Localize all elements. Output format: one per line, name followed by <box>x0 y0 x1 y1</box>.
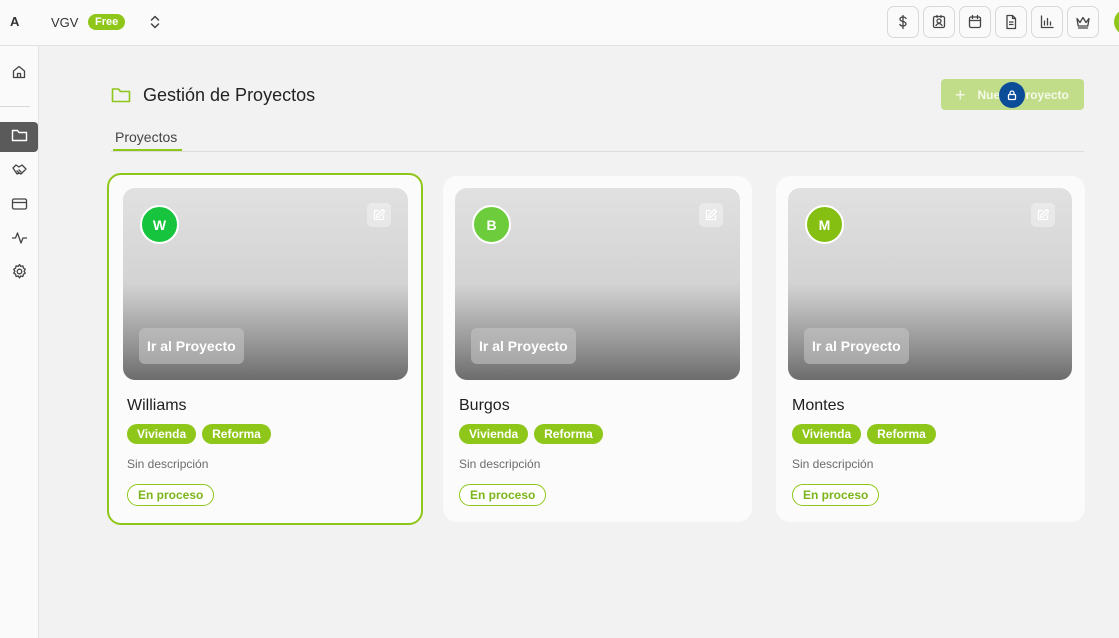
project-description: Sin descripción <box>792 457 874 471</box>
organization-name[interactable]: VGV <box>51 15 78 30</box>
settings-icon <box>11 263 28 285</box>
project-description: Sin descripción <box>127 457 209 471</box>
status-badge: En proceso <box>792 484 880 506</box>
project-cover: M Ir al Proyecto <box>788 188 1072 380</box>
folder-icon <box>11 127 28 148</box>
project-avatar: B <box>472 205 511 244</box>
contact-card-icon[interactable] <box>923 6 955 38</box>
sidebar-item-billing[interactable] <box>0 191 38 221</box>
project-description: Sin descripción <box>459 457 541 471</box>
edit-icon[interactable] <box>699 203 723 227</box>
project-tags: Vivienda Reforma <box>459 424 603 444</box>
project-cover: W Ir al Proyecto <box>123 188 408 380</box>
home-icon <box>11 64 27 85</box>
tab-projects[interactable]: Proyectos <box>115 129 177 145</box>
activity-icon <box>11 230 28 251</box>
plus-icon: + <box>955 84 966 105</box>
tabs-divider <box>111 151 1084 152</box>
go-to-project-button[interactable]: Ir al Proyecto <box>804 328 909 364</box>
sidebar-divider <box>0 106 30 107</box>
project-card[interactable]: M Ir al Proyecto Montes Vivienda Reforma… <box>776 176 1085 522</box>
dollar-icon[interactable] <box>887 6 919 38</box>
sidebar-item-projects[interactable] <box>0 122 38 152</box>
crown-icon[interactable] <box>1067 6 1099 38</box>
sidebar-item-activity[interactable] <box>0 225 38 255</box>
project-name: Montes <box>792 397 845 414</box>
active-tab-indicator <box>113 149 182 151</box>
project-card[interactable]: W Ir al Proyecto Williams Vivienda Refor… <box>107 173 423 525</box>
bar-chart-icon[interactable] <box>1031 6 1063 38</box>
user-avatar[interactable] <box>1114 9 1119 35</box>
sidebar-item-home[interactable] <box>0 59 38 89</box>
project-avatar: W <box>140 205 179 244</box>
go-to-project-button[interactable]: Ir al Proyecto <box>139 328 244 364</box>
project-avatar: M <box>805 205 844 244</box>
tag: Reforma <box>534 424 603 444</box>
go-to-project-button[interactable]: Ir al Proyecto <box>471 328 576 364</box>
status-badge: En proceso <box>127 484 215 506</box>
handshake-icon <box>11 162 28 183</box>
calendar-icon[interactable] <box>959 6 991 38</box>
top-bar: A VGV Free <box>0 0 1119 46</box>
tag: Reforma <box>202 424 271 444</box>
project-name: Burgos <box>459 397 510 414</box>
sidebar-item-partners[interactable] <box>0 157 38 187</box>
sidebar <box>0 46 39 638</box>
project-name: Williams <box>127 397 187 414</box>
document-icon[interactable] <box>995 6 1027 38</box>
project-card[interactable]: B Ir al Proyecto Burgos Vivienda Reforma… <box>443 176 752 522</box>
tag: Vivienda <box>792 424 862 444</box>
tag: Reforma <box>867 424 936 444</box>
project-cover: B Ir al Proyecto <box>455 188 740 380</box>
sidebar-item-settings[interactable] <box>0 259 38 289</box>
lock-icon <box>999 82 1025 108</box>
chevron-up-down-icon[interactable] <box>146 13 164 31</box>
tag: Vivienda <box>459 424 529 444</box>
edit-icon[interactable] <box>367 203 391 227</box>
project-tags: Vivienda Reforma <box>127 424 271 444</box>
page-title: Gestión de Proyectos <box>143 85 316 105</box>
brand-letter: A <box>10 14 20 29</box>
plan-badge: Free <box>88 14 126 30</box>
tag: Vivienda <box>127 424 197 444</box>
status-badge: En proceso <box>459 484 547 506</box>
project-tags: Vivienda Reforma <box>792 424 936 444</box>
edit-icon[interactable] <box>1031 203 1055 227</box>
credit-card-icon <box>11 196 28 217</box>
folder-icon <box>111 86 131 104</box>
